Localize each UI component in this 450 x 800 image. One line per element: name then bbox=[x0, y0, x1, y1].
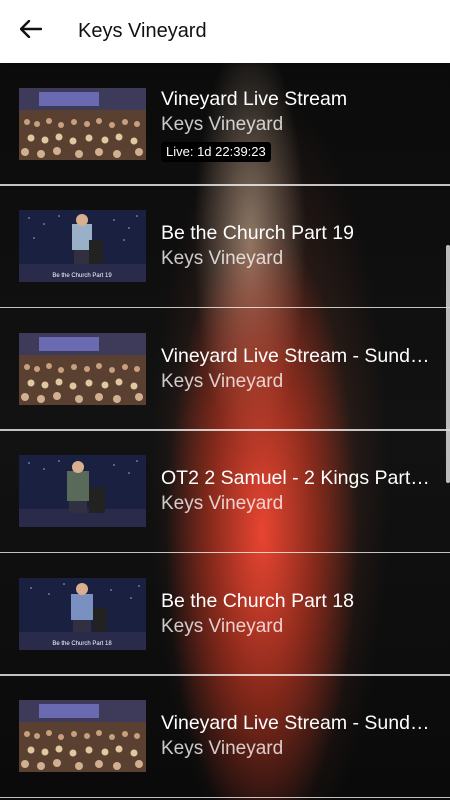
video-title: Be the Church Part 19 bbox=[161, 222, 354, 244]
video-thumbnail[interactable] bbox=[19, 455, 146, 527]
video-list: Vineyard Live Stream Keys Vineyard Live:… bbox=[0, 63, 450, 798]
video-list-item[interactable]: Vineyard Live Stream Keys Vineyard Live:… bbox=[0, 63, 450, 184]
video-title: OT2 2 Samuel - 2 Kings Part… bbox=[161, 467, 430, 489]
video-info: Be the Church Part 18 Keys Vineyard bbox=[161, 588, 436, 640]
page-title: Keys Vineyard bbox=[78, 20, 207, 42]
top-app-bar: Keys Vineyard bbox=[0, 0, 450, 63]
video-channel: Keys Vineyard bbox=[161, 493, 284, 514]
arrow-left-icon bbox=[19, 19, 43, 43]
video-channel: Keys Vineyard bbox=[161, 370, 284, 392]
video-list-item[interactable]: OT2 2 Samuel - 2 Kings Part… Keys Vineya… bbox=[0, 431, 450, 552]
thumbnail-caption: Be the Church Part 18 bbox=[52, 641, 112, 647]
video-list-container[interactable]: Vineyard Live Stream Keys Vineyard Live:… bbox=[0, 63, 450, 800]
video-thumbnail[interactable]: Be the Church Part 18 bbox=[19, 577, 146, 650]
video-title: Vineyard Live Stream - Sund… bbox=[161, 344, 430, 367]
video-info: Vineyard Live Stream - Sund… Keys Vineya… bbox=[161, 710, 436, 762]
live-badge: Live: 1d 22:39:23 bbox=[161, 141, 271, 162]
video-channel: Keys Vineyard bbox=[161, 738, 284, 759]
video-thumbnail[interactable]: Be the Church Part 19 bbox=[19, 210, 146, 282]
scrollbar[interactable] bbox=[446, 245, 450, 483]
video-list-item[interactable]: Be the Church Part 19 Be the Church Part… bbox=[0, 186, 450, 307]
video-info: OT2 2 Samuel - 2 Kings Part… Keys Vineya… bbox=[161, 465, 436, 517]
video-channel: Keys Vineyard bbox=[161, 615, 284, 637]
video-title: Vineyard Live Stream bbox=[161, 87, 348, 110]
video-info: Vineyard Live Stream - Sund… Keys Vineya… bbox=[161, 343, 436, 395]
video-channel: Keys Vineyard bbox=[161, 248, 284, 269]
video-title: Be the Church Part 18 bbox=[161, 589, 354, 612]
video-list-item[interactable]: Vineyard Live Stream - Sund… Keys Vineya… bbox=[0, 308, 450, 429]
back-button[interactable] bbox=[0, 0, 62, 63]
video-thumbnail[interactable] bbox=[19, 332, 146, 405]
video-title: Vineyard Live Stream - Sund… bbox=[161, 712, 430, 734]
video-info: Vineyard Live Stream Keys Vineyard Live:… bbox=[161, 86, 436, 162]
video-list-item[interactable]: Be the Church Part 18 Be the Church Part… bbox=[0, 553, 450, 674]
video-info: Be the Church Part 19 Keys Vineyard bbox=[161, 220, 436, 272]
video-thumbnail[interactable] bbox=[19, 700, 146, 772]
video-thumbnail[interactable] bbox=[19, 87, 146, 160]
app-root: Keys Vineyard Vineyard Live Stream Keys … bbox=[0, 0, 450, 800]
divider bbox=[0, 796, 450, 798]
video-list-item[interactable]: Vineyard Live Stream - Sund… Keys Vineya… bbox=[0, 676, 450, 797]
video-channel: Keys Vineyard bbox=[161, 113, 284, 135]
thumbnail-caption: Be the Church Part 19 bbox=[52, 273, 112, 279]
